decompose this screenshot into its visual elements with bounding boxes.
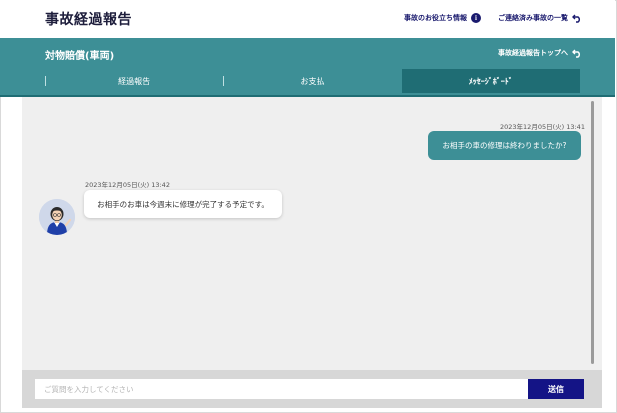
back-arrow-icon xyxy=(572,13,582,23)
app-title: 事故経過報告 xyxy=(45,12,132,28)
message-scrollbar[interactable] xyxy=(591,101,594,364)
tab-progress-report[interactable]: 経過報告 xyxy=(45,69,223,93)
claim-title: 対物賠償(車両) xyxy=(45,51,115,62)
info-icon: i xyxy=(471,13,481,23)
message-timestamp: 2023年12月05日(火) 13:41 xyxy=(500,123,585,131)
tab-bar: 経過報告 お支払 ﾒｯｾｰｼﾞﾎﾞｰﾄﾞ xyxy=(45,69,580,93)
report-top-link[interactable]: 事故経過報告トップへ xyxy=(498,48,582,58)
user-message-bubble: お相手の車の修理は終わりましたか? xyxy=(428,131,581,160)
back-arrow-icon xyxy=(572,48,582,58)
message-timestamp: 2023年12月05日(火) 13:42 xyxy=(85,181,170,189)
accident-info-link[interactable]: 事故のお役立ち情報 i xyxy=(404,13,481,23)
agent-message-bubble: お相手のお車は今週末に修理が完了する予定です。 xyxy=(84,190,282,218)
question-input[interactable] xyxy=(35,379,528,399)
reported-accidents-link[interactable]: ご連絡済み事故の一覧 xyxy=(498,13,582,23)
report-top-link-label: 事故経過報告トップへ xyxy=(498,49,568,57)
claim-band: 対物賠償(車両) 事故経過報告トップへ 経過報告 お支払 ﾒｯｾｰｼﾞﾎﾞｰﾄﾞ xyxy=(0,38,615,95)
agent-person-icon xyxy=(39,199,75,235)
agent-avatar xyxy=(39,199,75,235)
send-button[interactable]: 送信 xyxy=(528,379,584,399)
tab-payment[interactable]: お支払 xyxy=(223,69,401,93)
reported-accidents-link-label: ご連絡済み事故の一覧 xyxy=(498,14,568,22)
top-header: 事故経過報告 事故のお役立ち情報 i ご連絡済み事故の一覧 xyxy=(0,0,615,38)
accident-info-link-label: 事故のお役立ち情報 xyxy=(404,14,467,22)
tab-message-board[interactable]: ﾒｯｾｰｼﾞﾎﾞｰﾄﾞ xyxy=(401,69,580,93)
